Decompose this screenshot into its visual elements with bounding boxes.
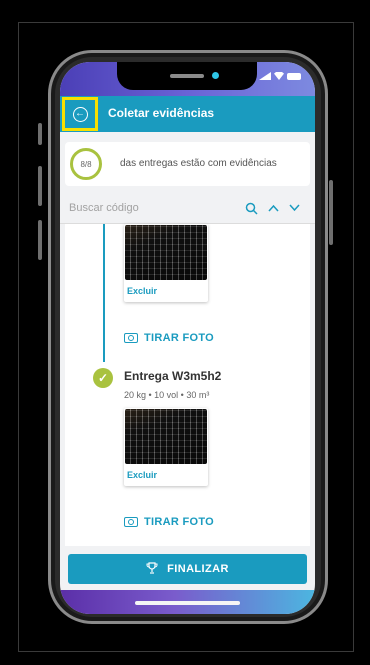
progress-card: 8/8 das entregas estão com evidências — [65, 142, 310, 186]
speaker — [170, 74, 204, 78]
delete-photo-button[interactable]: Excluir — [127, 470, 157, 480]
evidence-photo — [125, 225, 207, 280]
finalize-button[interactable]: FINALIZAR — [68, 554, 307, 584]
take-photo-label: TIRAR FOTO — [144, 516, 215, 528]
delete-photo-button[interactable]: Excluir — [127, 286, 157, 296]
app-screen: ← Coletar evidências 8/8 das entregas es… — [60, 62, 315, 614]
delivery-title: Entrega W3m5h2 — [124, 369, 222, 383]
status-bar — [60, 62, 315, 96]
progress-text: das entregas estão com evidências — [120, 158, 277, 169]
search-icon[interactable] — [243, 200, 259, 216]
wifi-icon — [274, 72, 284, 80]
camera-icon — [124, 517, 138, 527]
take-photo-button[interactable]: TIRAR FOTO — [124, 516, 214, 528]
take-photo-label: TIRAR FOTO — [144, 332, 215, 344]
progress-count: 8/8 — [80, 159, 92, 169]
camera-dot — [212, 72, 219, 79]
photo-card: Excluir — [124, 224, 208, 302]
phone-button — [329, 180, 333, 245]
timeline-line — [103, 224, 105, 362]
chevron-up-icon[interactable] — [265, 200, 281, 216]
camera-icon — [124, 333, 138, 343]
home-indicator[interactable] — [135, 601, 240, 605]
delivery-meta: 20 kg • 10 vol • 30 m³ — [124, 390, 210, 400]
arrow-left-icon: ← — [72, 106, 88, 122]
evidence-photo — [125, 409, 207, 464]
search-input[interactable] — [69, 202, 239, 214]
finalize-label: FINALIZAR — [167, 563, 229, 575]
phone-button — [38, 123, 42, 145]
search-bar — [60, 194, 315, 224]
progress-ring: 8/8 — [70, 148, 102, 180]
trophy-icon — [146, 561, 158, 577]
bottom-bar — [60, 590, 315, 614]
signal-icon — [259, 72, 271, 80]
delivery-list: Excluir TIRAR FOTO ✓ Entrega W3m5h2 20 k… — [65, 224, 310, 546]
check-icon: ✓ — [93, 368, 113, 388]
battery-icon — [287, 72, 301, 80]
notch — [117, 62, 257, 90]
take-photo-button[interactable]: TIRAR FOTO — [124, 332, 214, 344]
photo-card: Excluir — [124, 408, 208, 486]
page-title: Coletar evidências — [108, 106, 215, 120]
back-button[interactable]: ← — [62, 97, 98, 131]
chevron-down-icon[interactable] — [286, 200, 302, 216]
phone-button — [38, 220, 42, 260]
status-icons — [259, 72, 301, 80]
phone-button — [38, 166, 42, 206]
app-bar: ← Coletar evidências — [60, 96, 315, 132]
